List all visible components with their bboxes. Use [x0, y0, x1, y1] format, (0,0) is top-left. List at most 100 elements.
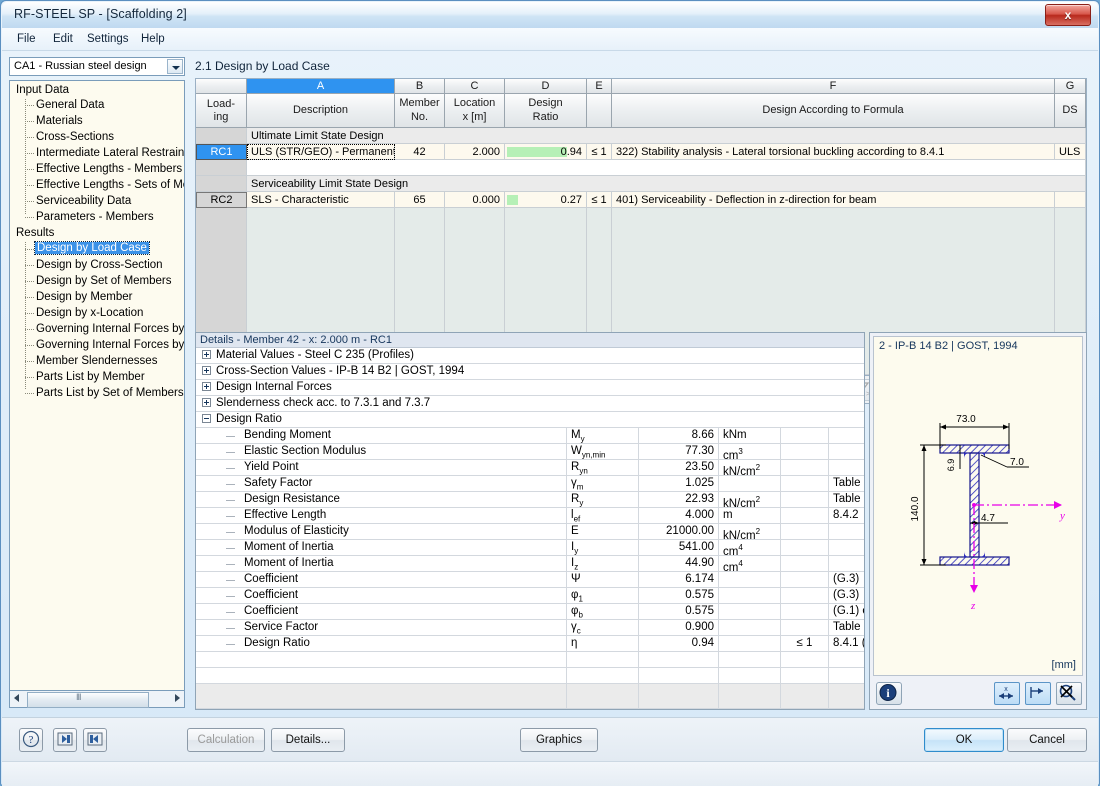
- grid-row-loading-rc2[interactable]: RC2: [196, 192, 247, 208]
- grid-cell-formula-1[interactable]: 322) Stability analysis - Lateral torsio…: [612, 144, 1055, 160]
- grid-cell-description-2[interactable]: SLS - Characteristic: [247, 192, 395, 208]
- grid-cell-member-1[interactable]: 42: [395, 144, 445, 160]
- details-node-slenderness-check[interactable]: Slenderness check acc. to 7.3.1 and 7.3.…: [196, 396, 864, 412]
- info-icon-button[interactable]: i: [876, 682, 902, 705]
- details-panel[interactable]: Details - Member 42 - x: 2.000 m - RC1 M…: [195, 332, 865, 710]
- grid-col-letter-c[interactable]: C: [445, 79, 505, 94]
- dim-web-thickness-label: 4.7: [981, 513, 995, 524]
- close-button[interactable]: x: [1045, 4, 1091, 26]
- chevron-down-icon[interactable]: [167, 59, 183, 74]
- grid-cell-location-1[interactable]: 2.000: [445, 144, 505, 160]
- help-button[interactable]: ?: [19, 728, 43, 752]
- grid-row-loading-rc1[interactable]: RC1: [196, 144, 247, 160]
- calculation-button[interactable]: Calculation: [187, 728, 265, 752]
- svg-text:?: ?: [29, 734, 34, 746]
- details-node-label: Design Ratio: [216, 413, 282, 425]
- cross-section-drawing: 73.0 140.0 6.9 7.0 4.7 y z: [910, 414, 1065, 612]
- sidebar-item-intermediate-lateral-restraints[interactable]: Intermediate Lateral Restraints: [36, 147, 184, 159]
- sidebar-item-design-by-set-of-members[interactable]: Design by Set of Members: [36, 275, 172, 287]
- menu-item-help[interactable]: Help: [134, 31, 172, 47]
- grid-col-letter-e[interactable]: E: [587, 79, 612, 94]
- cancel-button[interactable]: Cancel: [1007, 728, 1087, 752]
- details-node-design-ratio[interactable]: Design Ratio: [196, 412, 864, 428]
- details-button[interactable]: Details...: [271, 728, 345, 752]
- details-node-material-values[interactable]: Material Values - Steel C 235 (Profiles): [196, 348, 864, 364]
- results-pane: 2.1 Design by Load Case A B C D E F G Lo…: [191, 55, 1093, 715]
- details-row-reference: 8.4.2: [828, 508, 864, 524]
- graphics-button[interactable]: Graphics: [520, 728, 598, 752]
- details-row-label: Effective Length: [244, 509, 327, 521]
- navigation-tree[interactable]: Input Data General Data Materials Cross-…: [9, 80, 185, 690]
- cross-section-unit-label: [mm]: [1051, 659, 1076, 671]
- window-title: RF-STEEL SP - [Scaffolding 2]: [14, 7, 187, 21]
- cross-section-canvas[interactable]: 2 - IP-B 14 B2 | GOST, 1994 73.0 140.0 6…: [873, 336, 1083, 676]
- sidebar-item-governing-internal-forces-by-member[interactable]: Governing Internal Forces by M: [36, 323, 184, 335]
- dim-flange-thickness-label: 6.9: [946, 459, 956, 472]
- dimension-x-icon-button[interactable]: x: [994, 682, 1020, 705]
- sidebar-item-parts-list-by-set-of-members[interactable]: Parts List by Set of Members: [36, 387, 184, 399]
- details-row-comparison: [780, 508, 828, 524]
- next-button[interactable]: [83, 728, 107, 752]
- zoom-reset-icon-button[interactable]: [1056, 682, 1082, 705]
- sidebar-item-design-by-load-case[interactable]: Design by Load Case: [34, 241, 150, 255]
- collapse-icon[interactable]: [202, 414, 211, 423]
- scroll-right-icon[interactable]: [175, 694, 180, 702]
- details-row-label: Coefficient: [244, 573, 299, 585]
- expand-icon[interactable]: [202, 350, 211, 359]
- dimension-z-icon-button[interactable]: [1025, 682, 1051, 705]
- sidebar-item-design-by-x-location[interactable]: Design by x-Location: [36, 307, 143, 319]
- scrollbar-thumb[interactable]: [27, 692, 149, 708]
- details-header: Details - Member 42 - x: 2.000 m - RC1: [196, 333, 864, 348]
- tree-group-input-data[interactable]: Input Data: [16, 84, 69, 96]
- grid-col-letter-a[interactable]: A: [247, 79, 395, 94]
- grid-cell-ratio-1[interactable]: 0.94: [505, 144, 587, 160]
- grid-col-letter-b[interactable]: B: [395, 79, 445, 94]
- sidebar-item-effective-lengths-members[interactable]: Effective Lengths - Members: [36, 163, 182, 175]
- details-row-reference: (G.1) or (G.2): [828, 604, 864, 620]
- details-row-unit: cm4: [718, 556, 780, 574]
- details-node-cross-section-values[interactable]: Cross-Section Values - IP-B 14 B2 | GOST…: [196, 364, 864, 380]
- grid-header-e: [587, 94, 612, 128]
- menu-item-settings[interactable]: Settings: [80, 31, 136, 47]
- grid-cell-description-1[interactable]: ULS (STR/GEO) - Permanent: [247, 144, 395, 160]
- previous-button[interactable]: [53, 728, 77, 752]
- details-data-row: Coefficient φ1 0.575 (G.3): [196, 588, 864, 604]
- grid-corner: [196, 79, 247, 94]
- menu-item-edit[interactable]: Edit: [46, 31, 80, 47]
- sidebar-item-materials[interactable]: Materials: [36, 115, 83, 127]
- grid-header-ratio-line2: Ratio: [532, 111, 559, 123]
- grid-col-letter-g[interactable]: G: [1055, 79, 1086, 94]
- grid-col-letter-d[interactable]: D: [505, 79, 587, 94]
- sidebar-item-design-by-cross-section[interactable]: Design by Cross-Section: [36, 259, 163, 271]
- sidebar-item-governing-internal-forces-by-set[interactable]: Governing Internal Forces by Se: [36, 339, 184, 351]
- grid-cell-ratio-2[interactable]: 0.27: [505, 192, 587, 208]
- grid-cell-member-2[interactable]: 65: [395, 192, 445, 208]
- menu-item-file[interactable]: File: [10, 31, 43, 47]
- sidebar-item-effective-lengths-sets[interactable]: Effective Lengths - Sets of Mem: [36, 179, 184, 191]
- sidebar-item-design-by-member[interactable]: Design by Member: [36, 291, 133, 303]
- application-window: RF-STEEL SP - [Scaffolding 2] x File Edi…: [0, 0, 1100, 786]
- expand-icon[interactable]: [202, 382, 211, 391]
- sidebar-horizontal-scrollbar[interactable]: [9, 690, 185, 708]
- design-standard-combo[interactable]: CA1 - Russian steel design: [9, 57, 185, 76]
- tree-stub: [226, 500, 235, 502]
- tree-group-results[interactable]: Results: [16, 227, 54, 239]
- details-node-design-internal-forces[interactable]: Design Internal Forces: [196, 380, 864, 396]
- scroll-left-icon[interactable]: [14, 694, 19, 702]
- grid-header-description: Description: [247, 94, 395, 128]
- expand-icon[interactable]: [202, 366, 211, 375]
- grid-header-location-line2: x [m]: [462, 111, 487, 123]
- grid-cell-location-2[interactable]: 0.000: [445, 192, 505, 208]
- grid-cell-ds-2: [1055, 192, 1086, 208]
- grid-cell-formula-2[interactable]: 401) Serviceability - Deflection in z-di…: [612, 192, 1055, 208]
- grid-col-letter-f[interactable]: F: [612, 79, 1055, 94]
- sidebar-item-serviceability-data[interactable]: Serviceability Data: [36, 195, 131, 207]
- sidebar-item-parameters-members[interactable]: Parameters - Members: [36, 211, 154, 223]
- sidebar-item-parts-list-by-member[interactable]: Parts List by Member: [36, 371, 145, 383]
- ok-button[interactable]: OK: [924, 728, 1004, 752]
- sidebar-item-general-data[interactable]: General Data: [36, 99, 104, 111]
- expand-icon[interactable]: [202, 398, 211, 407]
- sidebar-item-member-slendernesses[interactable]: Member Slendernesses: [36, 355, 157, 367]
- details-data-row: Design Resistance Ry22.93kN/cm2 Table 2: [196, 492, 864, 510]
- sidebar-item-cross-sections[interactable]: Cross-Sections: [36, 131, 114, 143]
